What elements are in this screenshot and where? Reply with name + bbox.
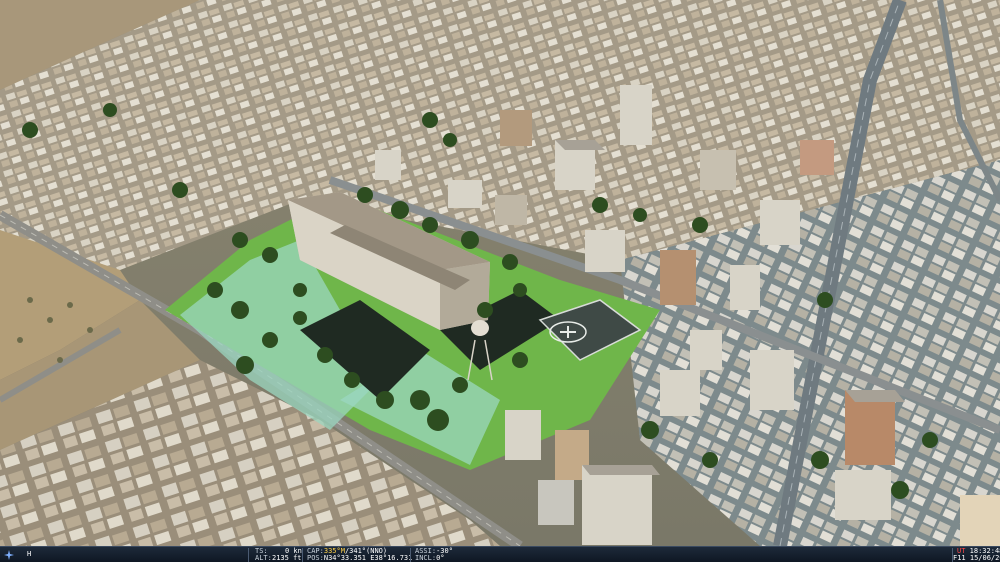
jet-icon xyxy=(4,550,14,560)
hud-date: F11 15/06/2024 xyxy=(953,555,1000,562)
hud-separator xyxy=(410,548,411,562)
hud-incl: INCL:0° xyxy=(415,554,445,562)
hud-alt-value: 2135 ft xyxy=(272,554,302,562)
hud-pos-value: N34°33.351 E38°16.731 xyxy=(323,554,413,562)
hud-separator xyxy=(302,548,303,562)
hud-incl-value: 0° xyxy=(436,554,445,562)
game-viewport[interactable]: H TS: 0 kn ALT: 2135 ft CAP:335°M/341°(N… xyxy=(0,0,1000,562)
hud-mode-indicator: H xyxy=(27,550,32,558)
hud-separator xyxy=(248,548,249,562)
status-bar: H TS: 0 kn ALT: 2135 ft CAP:335°M/341°(N… xyxy=(0,546,1000,562)
city-scene[interactable] xyxy=(0,0,1000,546)
hud-alt: ALT: 2135 ft xyxy=(255,554,302,562)
hud-date-value: F11 15/06/2024 xyxy=(953,554,1000,562)
hud-pos: POS:N34°33.351 E38°16.731 xyxy=(307,554,413,562)
